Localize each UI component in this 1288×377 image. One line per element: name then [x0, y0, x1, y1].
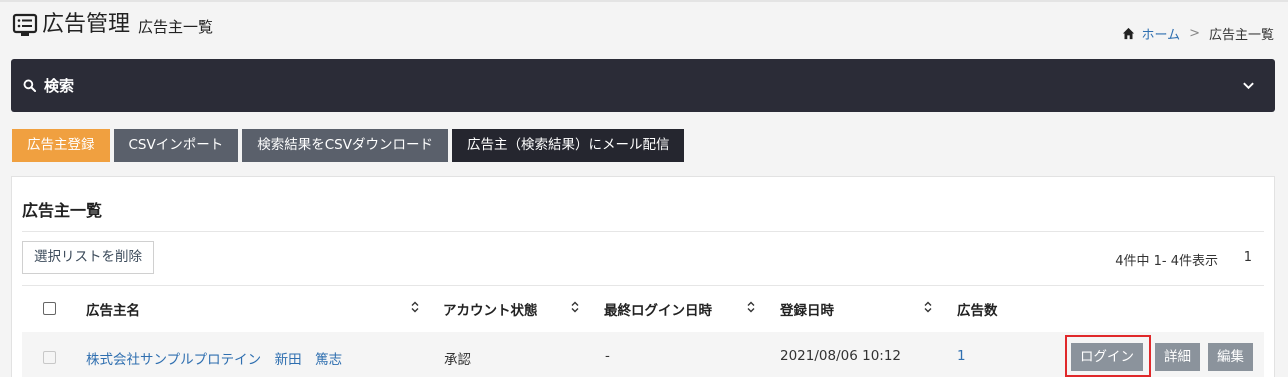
- column-header-last-login[interactable]: 最終ログイン日時: [604, 299, 712, 319]
- chevron-down-icon[interactable]: [1242, 79, 1255, 92]
- list-title: 広告主一覧: [22, 201, 103, 220]
- advertiser-name-link[interactable]: 株式会社サンプルプロテイン 新田 篤志: [86, 348, 342, 368]
- csv-download-button[interactable]: 検索結果をCSVダウンロード: [242, 129, 448, 162]
- search-panel-toggle[interactable]: 検索: [11, 59, 1275, 112]
- list-icon: [12, 13, 38, 36]
- result-count: 4件中 1- 4件表示: [1115, 254, 1218, 269]
- divider: [22, 285, 1264, 286]
- page-header: 広告管理 広告主一覧: [12, 10, 213, 40]
- csv-import-button[interactable]: CSVインポート: [113, 129, 239, 162]
- breadcrumb: ホーム > 広告主一覧: [1122, 24, 1274, 43]
- registered-date: 2021/08/06 10:12: [780, 348, 902, 364]
- ad-count-link[interactable]: 1: [957, 348, 966, 364]
- breadcrumb-home-link[interactable]: ホーム: [1141, 24, 1180, 43]
- column-header-registered[interactable]: 登録日時: [780, 299, 834, 319]
- column-header-status[interactable]: アカウント状態: [443, 299, 538, 319]
- last-login: -: [605, 348, 610, 364]
- column-header-name[interactable]: 広告主名: [86, 299, 140, 319]
- page-title: 広告管理: [42, 12, 131, 37]
- advertiser-list-card: 広告主一覧 選択リストを削除 4件中 1- 4件表示 1 広告主名 アカウント状…: [11, 176, 1275, 377]
- page-link[interactable]: 1: [1244, 250, 1252, 265]
- column-header-ads[interactable]: 広告数: [957, 299, 998, 319]
- home-icon: [1123, 27, 1135, 40]
- login-highlight-box: [1065, 335, 1151, 377]
- toolbar: 広告主登録 CSVインポート 検索結果をCSVダウンロード 広告主（検索結果）に…: [12, 129, 688, 162]
- breadcrumb-current: 広告主一覧: [1208, 28, 1274, 43]
- mail-send-button[interactable]: 広告主（検索結果）にメール配信: [451, 129, 685, 162]
- sort-icon[interactable]: [747, 301, 755, 313]
- detail-button[interactable]: 詳細: [1155, 343, 1200, 371]
- divider: [22, 231, 1264, 232]
- register-advertiser-button[interactable]: 広告主登録: [12, 129, 110, 162]
- row-checkbox[interactable]: [43, 351, 56, 364]
- select-all-checkbox[interactable]: [43, 302, 56, 315]
- edit-button[interactable]: 編集: [1208, 343, 1253, 371]
- page-subtitle: 広告主一覧: [138, 18, 214, 36]
- delete-selected-button[interactable]: 選択リストを削除: [22, 241, 154, 274]
- sort-icon[interactable]: [571, 301, 579, 313]
- account-status: 承認: [444, 352, 471, 368]
- sort-icon[interactable]: [411, 301, 419, 313]
- search-label: 検索: [44, 77, 75, 95]
- sort-icon[interactable]: [924, 301, 932, 313]
- breadcrumb-separator: >: [1189, 26, 1200, 41]
- search-icon: [23, 79, 36, 92]
